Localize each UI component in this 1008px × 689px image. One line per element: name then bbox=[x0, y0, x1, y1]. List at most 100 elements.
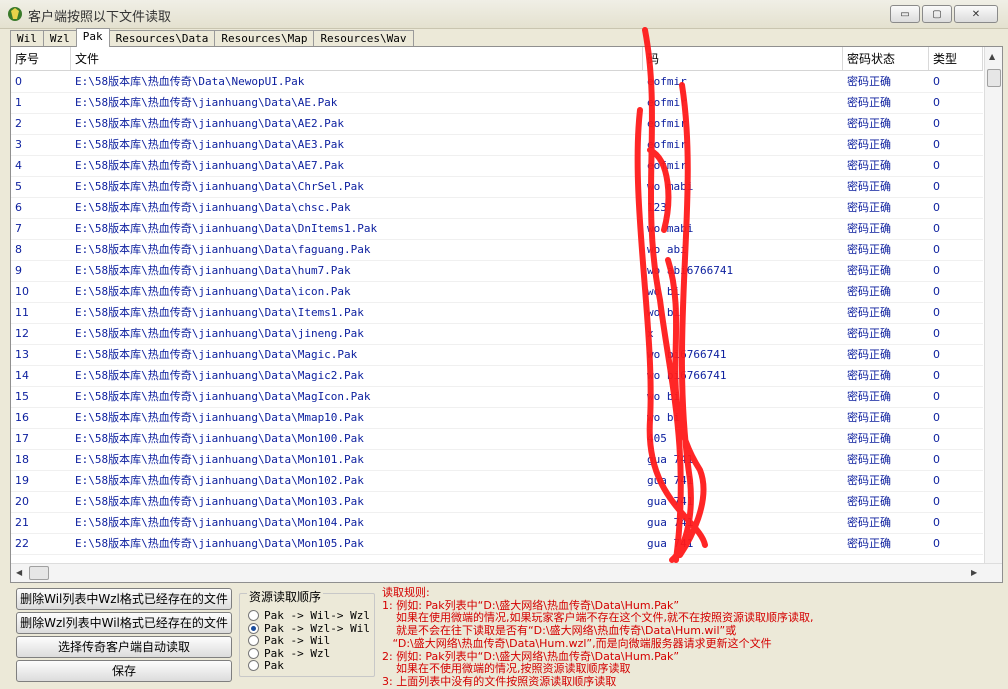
tab-strip: Wil Wzl Pak Resources\Data Resources\Map Reso… bbox=[10, 28, 414, 47]
tab-resources-wav[interactable]: Resources\Wav bbox=[313, 30, 414, 47]
column-file-header[interactable]: 文件 bbox=[71, 47, 643, 70]
column-file-cell: E:\58版本库\热血传奇\jianhuang\Data\hum7.Pak bbox=[75, 264, 351, 277]
table-row[interactable]: 5 E:\58版本库\热血传奇\jianhuang\Data\ChrSel.Pak… bbox=[11, 176, 983, 198]
column-type-header[interactable]: 类型 bbox=[929, 47, 983, 70]
window-title: 客户端按照以下文件读取 bbox=[28, 10, 172, 25]
table-row[interactable]: 7 E:\58版本库\热血传奇\jianhuang\Data\DnItems1.P… bbox=[11, 218, 983, 240]
column-password-cell: eofmir bbox=[647, 159, 687, 172]
horizontal-scrollbar[interactable]: ◀ ▶ bbox=[11, 563, 1002, 582]
table-row[interactable]: 16 E:\58版本库\热血传奇\jianhuang\Data\Mmap10.Pa… bbox=[11, 407, 983, 429]
column-file-cell: E:\58版本库\热血传奇\jianhuang\Data\Mon105.Pak bbox=[75, 537, 364, 550]
rules-line: 就是不会在往下读取是否有“D:\盛大网络\热血传奇\Data\Hum.wil”或 bbox=[382, 624, 737, 638]
resource-order-option-label: Pak bbox=[264, 659, 284, 672]
table-row[interactable]: 4 E:\58版本库\热血传奇\jianhuang\Data\AE7.Pak eof… bbox=[11, 155, 983, 177]
scroll-right-icon[interactable]: ▶ bbox=[971, 568, 977, 577]
delete-wzl-button[interactable]: 删除Wzl列表中Wil格式已经存在的文件 bbox=[16, 612, 232, 634]
resource-order-option[interactable]: Pak bbox=[248, 659, 284, 672]
column-type-cell: 0 bbox=[933, 348, 940, 361]
scroll-up-icon[interactable]: ▲ bbox=[989, 52, 995, 61]
table-row[interactable]: 20 E:\58版本库\热血传奇\jianhuang\Data\Mon103.Pa… bbox=[11, 491, 983, 513]
resource-order-option-label: Pak -> Wil-> Wzl bbox=[264, 609, 370, 622]
resource-order-option[interactable]: Pak -> Wzl bbox=[248, 647, 330, 660]
column-type-cell: 0 bbox=[933, 180, 940, 193]
column-type-cell: 0 bbox=[933, 474, 940, 487]
minimize-button[interactable]: ▭ bbox=[890, 5, 920, 23]
column-file-cell: E:\58版本库\热血传奇\jianhuang\Data\Mon100.Pak bbox=[75, 432, 364, 445]
table-row[interactable]: 0 E:\58版本库\热血传奇\Data\NewopUI.Pak eofmir 密码正… bbox=[11, 71, 983, 93]
tab-wil[interactable]: Wil bbox=[10, 30, 44, 47]
scroll-left-icon[interactable]: ◀ bbox=[16, 568, 22, 577]
column-type-cell: 0 bbox=[933, 138, 940, 151]
tab-resources-data[interactable]: Resources\Data bbox=[108, 30, 216, 47]
column-type-cell: 0 bbox=[933, 411, 940, 424]
maximize-button[interactable]: ▢ bbox=[922, 5, 952, 23]
resource-order-option-label: Pak -> Wzl bbox=[264, 646, 331, 660]
radio-button-icon[interactable] bbox=[248, 647, 259, 659]
column-file-cell: E:\58版本库\热血传奇\Data\NewopUI.Pak bbox=[75, 75, 305, 88]
table-row[interactable]: 18 E:\58版本库\热血传奇\jianhuang\Data\Mon101.Pa… bbox=[11, 449, 983, 471]
table-row[interactable]: 9 E:\58版本库\热血传奇\jianhuang\Data\hum7.Pak wo… bbox=[11, 260, 983, 282]
table-row[interactable]: 6 E:\58版本库\热血传奇\jianhuang\Data\chsc.Pak 12… bbox=[11, 197, 983, 219]
file-list[interactable]: 序号 文件码密码状态 类型 0 E:\58版本库\热血传奇\Data\NewopUI.… bbox=[10, 46, 1003, 583]
table-row[interactable]: 14 E:\58版本库\热血传奇\jianhuang\Data\Magic2.Pa… bbox=[11, 365, 983, 387]
table-row[interactable]: 2 E:\58版本库\热血传奇\jianhuang\Data\AE2.Pak eof… bbox=[11, 113, 983, 135]
tab-pak[interactable]: Pak bbox=[75, 28, 110, 47]
column-password-status-cell: 密码正确 bbox=[847, 453, 891, 466]
table-row[interactable]: 1 E:\58版本库\热血传奇\jianhuang\Data\AE.Pak eofm… bbox=[11, 92, 983, 114]
column-password-cell: gua 741 bbox=[647, 495, 694, 508]
vertical-scrollbar[interactable]: ▲ bbox=[984, 47, 1002, 563]
column-password-status-cell: 密码正确 bbox=[847, 96, 891, 109]
resource-order-option[interactable]: Pak -> Wil-> Wzl bbox=[248, 609, 370, 622]
table-row[interactable]: 8 E:\58版本库\热血传奇\jianhuang\Data\faguang.Pa… bbox=[11, 239, 983, 261]
auto-read-button[interactable]: 选择传奇客户端自动读取 bbox=[16, 636, 232, 658]
column-file-cell: E:\58版本库\热血传奇\jianhuang\Data\Mon103.Pak bbox=[75, 495, 364, 508]
vertical-scroll-thumb[interactable] bbox=[987, 69, 1001, 87]
radio-button-icon[interactable] bbox=[248, 622, 259, 634]
column-password-status-header[interactable]: 密码状态 bbox=[843, 47, 929, 70]
table-row[interactable]: 17 E:\58版本库\热血传奇\jianhuang\Data\Mon100.Pa… bbox=[11, 428, 983, 450]
delete-wil-button[interactable]: 删除Wil列表中Wzl格式已经存在的文件 bbox=[16, 588, 232, 610]
title-bar: 客户端按照以下文件读取 ▭ ▢ ✕ bbox=[0, 0, 1008, 29]
resource-order-option[interactable]: Pak -> Wzl-> Wil bbox=[248, 622, 370, 635]
column-password-cell: x bbox=[647, 327, 654, 340]
table-row[interactable]: 3 E:\58版本库\热血传奇\jianhuang\Data\AE3.Pak eof… bbox=[11, 134, 983, 156]
radio-button-icon[interactable] bbox=[248, 635, 259, 646]
column-type-cell: 0 bbox=[933, 75, 940, 88]
column-file-cell: E:\58版本库\热血传奇\jianhuang\Data\Magic2.Pak bbox=[75, 369, 364, 382]
column-password-status-cell: 密码正确 bbox=[847, 516, 891, 529]
column-password-status-cell: 密码正确 bbox=[847, 159, 891, 172]
column-password-cell: gua 741 bbox=[647, 453, 694, 466]
save-button[interactable]: 保存 bbox=[16, 660, 232, 682]
table-row[interactable]: 11 E:\58版本库\热血传奇\jianhuang\Data\Items1.Pa… bbox=[11, 302, 983, 324]
table-row[interactable]: 19 E:\58版本库\热血传奇\jianhuang\Data\Mon102.Pa… bbox=[11, 470, 983, 492]
resource-order-option[interactable]: Pak -> Wil bbox=[248, 634, 330, 647]
column-index-header[interactable]: 序号 bbox=[11, 47, 71, 70]
table-row[interactable]: 10 E:\58版本库\热血传奇\jianhuang\Data\icon.Pak w… bbox=[11, 281, 983, 303]
tab-wzl[interactable]: Wzl bbox=[42, 30, 77, 47]
table-row[interactable]: 12 E:\58版本库\热血传奇\jianhuang\Data\jineng.Pa… bbox=[11, 323, 983, 345]
column-password-status-cell: 密码正确 bbox=[847, 327, 891, 340]
column-index-cell: 10 bbox=[15, 285, 29, 298]
column-file-cell: E:\58版本库\热血传奇\jianhuang\Data\MagIcon.Pak bbox=[75, 390, 371, 403]
close-button[interactable]: ✕ bbox=[954, 5, 998, 23]
horizontal-scroll-thumb[interactable] bbox=[29, 566, 49, 580]
tab-resources-map[interactable]: Resources\Map bbox=[214, 30, 315, 47]
column-file-cell: E:\58版本库\热血传奇\jianhuang\Data\chsc.Pak bbox=[75, 201, 351, 214]
column-file-cell: E:\58版本库\热血传奇\jianhuang\Data\Mon101.Pak bbox=[75, 453, 364, 466]
column-password-cell: wo mabi bbox=[647, 222, 694, 235]
column-password-cell: eofmir bbox=[647, 75, 687, 88]
column-type-cell: 0 bbox=[933, 537, 940, 550]
table-row[interactable]: 15 E:\58版本库\热血传奇\jianhuang\Data\MagIcon.P… bbox=[11, 386, 983, 408]
column-type-cell: 0 bbox=[933, 327, 940, 340]
column-index-cell: 1 bbox=[15, 96, 22, 109]
column-password-header[interactable]: 码 bbox=[643, 47, 843, 70]
table-row[interactable]: 22 E:\58版本库\热血传奇\jianhuang\Data\Mon105.Pa… bbox=[11, 533, 983, 555]
column-password-status-cell: 密码正确 bbox=[847, 138, 891, 151]
column-password-status-cell: 密码正确 bbox=[847, 180, 891, 193]
column-index-cell: 4 bbox=[15, 159, 22, 172]
table-row[interactable]: 13 E:\58版本库\热血传奇\jianhuang\Data\Magic.Pak… bbox=[11, 344, 983, 366]
radio-button-icon[interactable] bbox=[248, 610, 259, 621]
column-file-cell: E:\58版本库\热血传奇\jianhuang\Data\Magic.Pak bbox=[75, 348, 358, 361]
radio-button-icon[interactable] bbox=[248, 660, 259, 671]
table-row[interactable]: 21 E:\58版本库\热血传奇\jianhuang\Data\Mon104.Pa… bbox=[11, 512, 983, 534]
